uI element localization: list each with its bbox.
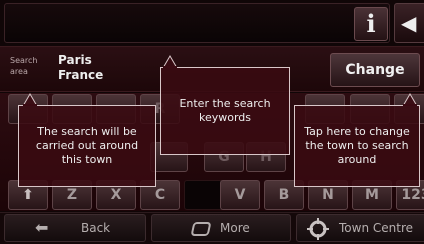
search-area-label-line2: area	[10, 67, 28, 76]
more-button[interactable]: More	[151, 214, 291, 242]
keyboard-key-v[interactable]: V	[220, 180, 260, 210]
change-callout-text: Tap here to change the town to search ar…	[304, 125, 410, 166]
back-button-label: Back	[81, 221, 111, 235]
search-area-value: Paris France	[58, 53, 103, 83]
arrow-left-icon: ⬅	[35, 218, 49, 237]
town-centre-button[interactable]: Town Centre	[296, 214, 424, 242]
search-input[interactable]	[4, 3, 390, 43]
arrow-left-icon: ◀	[401, 11, 417, 35]
crosshair-icon	[307, 218, 329, 240]
area-city: Paris	[58, 53, 92, 67]
back-button[interactable]: ⬅ Back	[4, 214, 146, 242]
change-callout: Tap here to change the town to search ar…	[294, 105, 420, 187]
search-screen: i ◀ Search area Paris France Change R G …	[0, 0, 424, 244]
search-area-callout: The search will be carried out around th…	[18, 105, 156, 187]
search-area-callout-text: The search will be carried out around th…	[35, 125, 139, 166]
search-area-label-line1: Search	[10, 56, 38, 65]
change-button[interactable]: Change	[330, 53, 420, 87]
backspace-button[interactable]: ◀	[394, 3, 424, 43]
info-button[interactable]: i	[354, 7, 388, 41]
search-area-label: Search area	[10, 55, 50, 77]
keywords-callout-pointer	[162, 55, 178, 68]
town-centre-button-label: Town Centre	[339, 221, 413, 235]
change-callout-pointer	[402, 93, 418, 106]
info-icon: i	[366, 9, 376, 38]
area-country: France	[58, 68, 104, 82]
more-button-label: More	[220, 221, 250, 235]
keywords-callout-text: Enter the search keywords	[179, 97, 271, 124]
square-icon	[190, 222, 212, 236]
shift-arrow-icon: ⬆	[22, 187, 34, 203]
search-area-callout-pointer	[22, 93, 38, 106]
keywords-callout: Enter the search keywords	[160, 67, 290, 155]
